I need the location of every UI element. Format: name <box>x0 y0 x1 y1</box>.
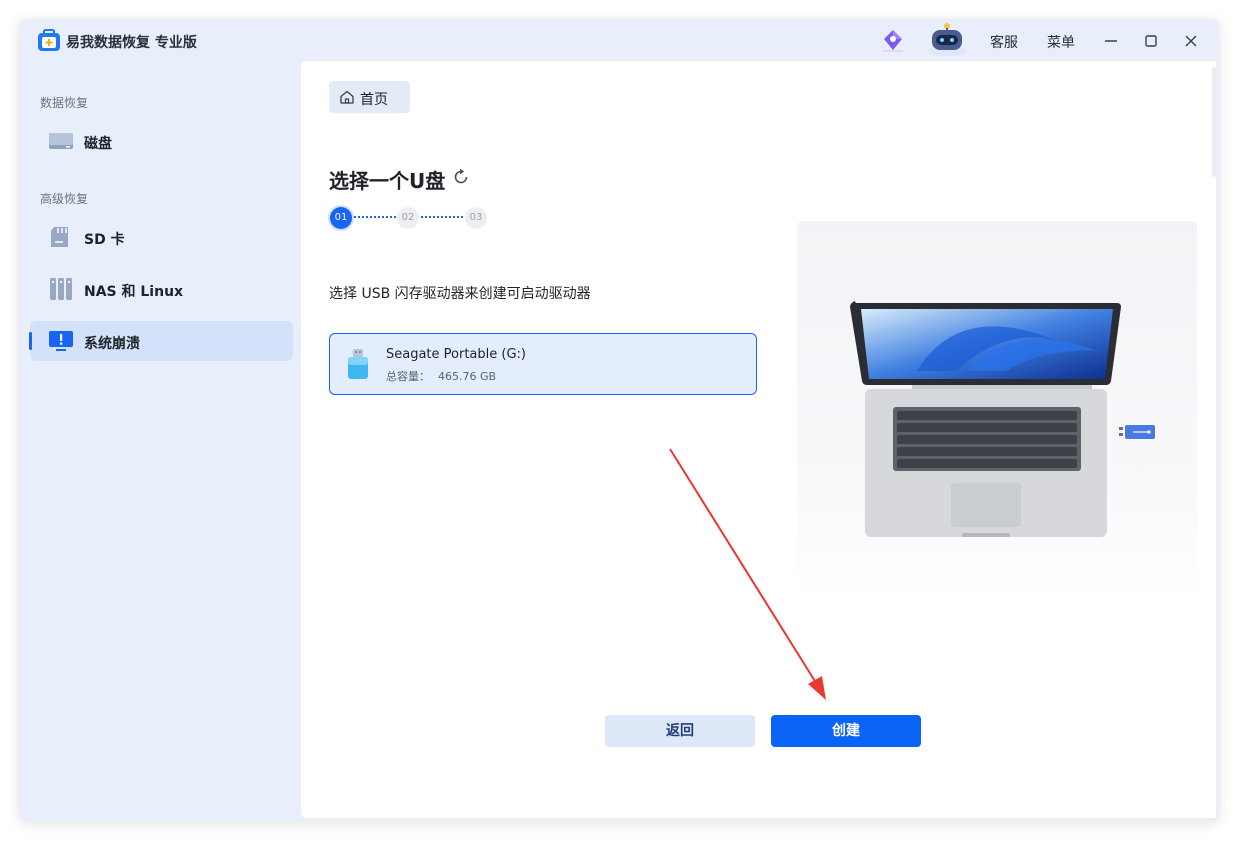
breadcrumb-home[interactable]: 首页 <box>329 81 410 113</box>
minimize-icon[interactable] <box>1100 30 1122 52</box>
main-panel: 首页 选择一个U盘 01 02 03 选择 USB 闪存驱动器来创建可启动驱动器… <box>301 61 1216 818</box>
laptop-image <box>850 301 1155 537</box>
sidebar-item-sd-card[interactable]: SD 卡 <box>30 217 293 257</box>
sidebar-item-nas-linux[interactable]: NAS 和 Linux <box>30 269 293 309</box>
step-indicator-03: 03 <box>465 207 487 229</box>
close-icon[interactable] <box>1180 30 1202 52</box>
back-button[interactable]: 返回 <box>605 715 755 747</box>
drive-capacity: 总容量： 465.76 GB <box>386 368 496 384</box>
sidebar-item-disk[interactable]: 磁盘 <box>30 121 293 161</box>
system-crash-icon <box>49 331 73 351</box>
active-indicator <box>29 332 32 350</box>
create-button[interactable]: 创建 <box>771 715 921 747</box>
scrollbar[interactable] <box>1212 67 1216 177</box>
app-window: 易我数据恢复 专业版 客服 菜单 数据恢复 磁盘 高级恢复 SD 卡 NAS 和… <box>19 19 1219 821</box>
step-connector <box>354 216 396 218</box>
laptop-usb-illustration <box>797 221 1197 601</box>
title-bar: 易我数据恢复 专业版 客服 菜单 <box>19 19 1219 61</box>
sidebar-section-advanced-recovery: 高级恢复 <box>40 192 89 206</box>
sidebar-section-data-recovery: 数据恢复 <box>40 96 89 110</box>
refresh-icon[interactable] <box>451 167 471 187</box>
step-indicator-01: 01 <box>330 207 352 229</box>
sidebar: 数据恢复 磁盘 高级恢复 SD 卡 NAS 和 Linux 系统崩溃 <box>19 61 301 821</box>
sidebar-item-system-crash[interactable]: 系统崩溃 <box>29 321 293 361</box>
app-logo-icon <box>38 29 60 51</box>
usb-drive-icon <box>348 349 368 379</box>
robot-assistant-icon[interactable] <box>924 21 970 57</box>
sidebar-item-label: NAS 和 Linux <box>84 284 184 300</box>
page-title: 选择一个U盘 <box>329 169 446 193</box>
diamond-icon[interactable] <box>880 27 906 53</box>
drive-name: Seagate Portable (G:) <box>386 347 526 362</box>
sd-card-icon <box>51 227 68 247</box>
home-icon <box>340 90 354 104</box>
menu-button[interactable]: 菜单 <box>1047 32 1075 52</box>
support-button[interactable]: 客服 <box>990 32 1018 52</box>
nas-icon <box>50 278 72 300</box>
drive-capacity-label: 总容量： <box>386 370 430 383</box>
drive-capacity-value: 465.76 GB <box>438 370 497 383</box>
sidebar-item-label: 系统崩溃 <box>84 336 140 352</box>
maximize-icon[interactable] <box>1140 30 1162 52</box>
sidebar-item-label: SD 卡 <box>84 232 125 248</box>
instruction-text: 选择 USB 闪存驱动器来创建可启动驱动器 <box>329 286 591 302</box>
breadcrumb-label: 首页 <box>360 92 388 108</box>
sidebar-item-label: 磁盘 <box>84 136 112 152</box>
app-title: 易我数据恢复 专业版 <box>66 35 197 51</box>
usb-drive-option[interactable]: Seagate Portable (G:) 总容量： 465.76 GB <box>329 333 757 395</box>
step-connector <box>421 216 463 218</box>
disk-icon <box>49 133 73 149</box>
step-indicator-02: 02 <box>397 207 419 229</box>
